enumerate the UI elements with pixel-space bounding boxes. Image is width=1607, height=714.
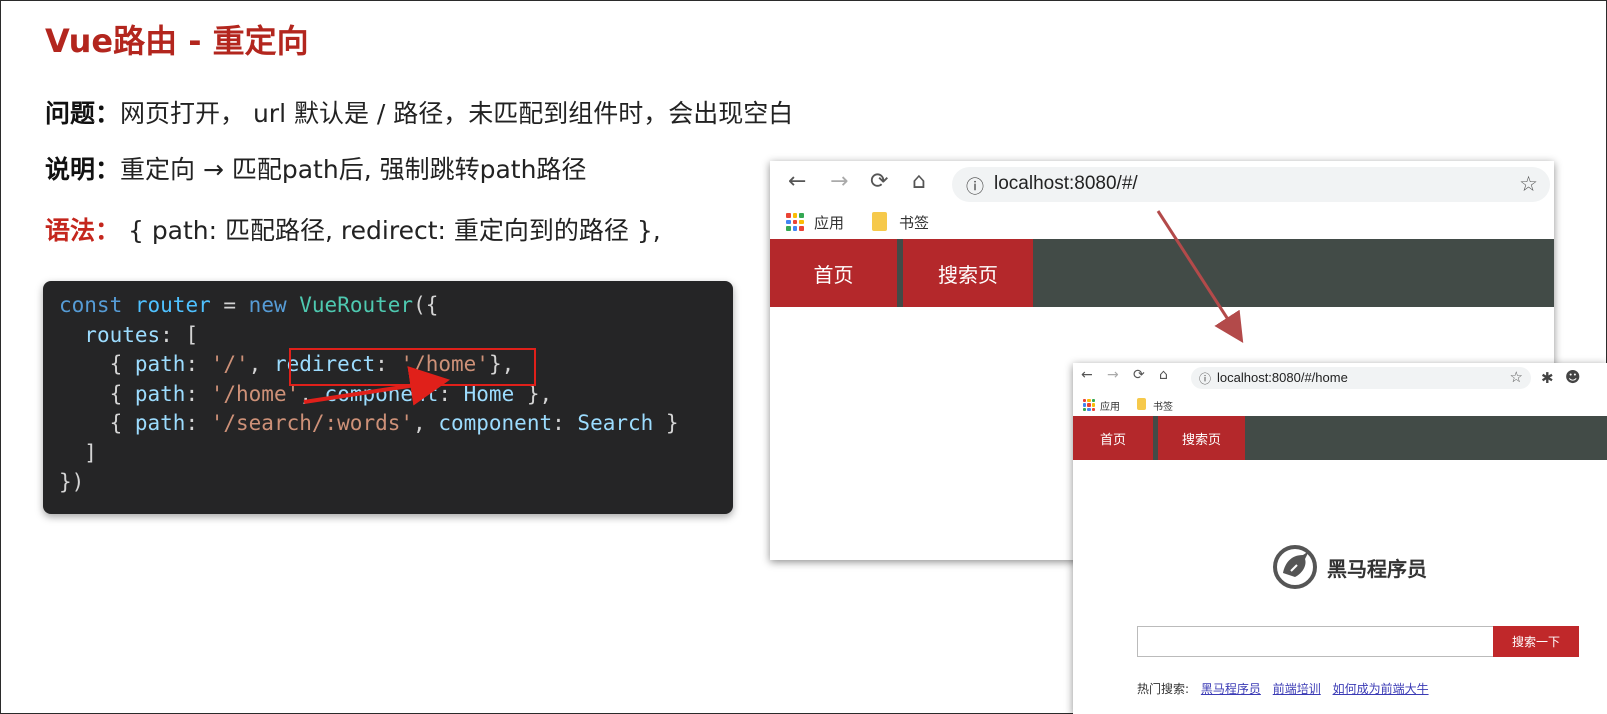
star-icon[interactable]: ☆ — [1519, 172, 1538, 196]
hot-link[interactable]: 黑马程序员 — [1201, 682, 1261, 696]
code-line-2: routes: [ — [59, 321, 717, 351]
code-line-7: }) — [59, 470, 85, 494]
info-icon[interactable]: ⓘ — [1199, 370, 1211, 387]
url-text[interactable]: localhost:8080/#/home — [1217, 370, 1348, 385]
account-icon[interactable]: ☻ — [1565, 368, 1581, 386]
folder-icon — [872, 212, 887, 231]
problem-line: 问题：网页打开， url 默认是 / 路径，未匹配到组件时，会出现空白 — [45, 94, 793, 130]
horse-logo-icon — [1273, 545, 1317, 589]
code-token: = — [210, 293, 249, 317]
address-bar[interactable]: ⓘ localhost:8080/#/home ☆ — [1191, 367, 1531, 389]
site-logo: 黑马程序员 — [1269, 543, 1427, 591]
bookmarks-bar: 应用 书签 — [770, 206, 1554, 239]
info-icon[interactable]: ⓘ — [966, 173, 984, 199]
redirect-highlight-box — [289, 348, 536, 386]
code-token: VueRouter — [299, 293, 414, 317]
browser-window-home: ← → ⟳ ⌂ ⓘ localhost:8080/#/home ☆ ✱ ☻ 应用… — [1073, 363, 1607, 714]
code-token: : — [185, 411, 211, 435]
syntax-label: 语法： — [45, 216, 121, 245]
bookmark-folder[interactable]: 书签 — [1153, 398, 1173, 413]
search-input[interactable] — [1137, 626, 1493, 657]
code-line-5: { path: '/search/:words', component: Sea… — [59, 409, 717, 439]
logo-text: 黑马程序员 — [1327, 556, 1427, 581]
code-token: ({ — [413, 293, 439, 317]
code-line-1: const router = new VueRouter({ — [59, 291, 717, 321]
nav-tab-home[interactable]: 首页 — [770, 239, 897, 307]
code-block: const router = new VueRouter({ routes: [… — [43, 281, 733, 514]
back-icon[interactable]: ← — [1081, 367, 1093, 383]
code-token: path — [134, 381, 186, 406]
code-token: , — [248, 352, 274, 376]
code-token: } — [653, 411, 679, 435]
nav-tab-home[interactable]: 首页 — [1073, 416, 1153, 460]
code-token: { — [59, 381, 135, 406]
code-token: const — [59, 293, 123, 317]
hot-link[interactable]: 前端培训 — [1273, 682, 1321, 696]
code-token: , — [413, 411, 439, 435]
code-token: { — [59, 352, 135, 376]
bookmark-folder[interactable]: 书签 — [899, 212, 929, 233]
code-token: '/home' — [210, 381, 300, 406]
code-token: : — [552, 411, 578, 435]
forward-icon[interactable]: → — [830, 169, 848, 194]
code-token: Search — [577, 411, 654, 435]
browser-toolbar: ← → ⟳ ⌂ ⓘ localhost:8080/#/home ☆ ✱ ☻ — [1073, 363, 1607, 393]
nav-tab-search[interactable]: 搜索页 — [903, 239, 1033, 307]
syntax-line: 语法： { path: 匹配路径, redirect: 重定向到的路径 }, — [45, 211, 661, 247]
back-icon[interactable]: ← — [788, 169, 806, 194]
explain-line: 说明：重定向 → 匹配path后, 强制跳转path路径 — [45, 150, 586, 186]
home-icon[interactable]: ⌂ — [912, 169, 926, 194]
folder-icon — [1137, 398, 1146, 410]
explain-text: 重定向 → 匹配path后, 强制跳转path路径 — [120, 155, 587, 184]
site-navbar: 首页 搜索页 — [770, 239, 1554, 307]
code-token: : — [185, 352, 211, 376]
code-token: path — [134, 352, 186, 376]
problem-label: 问题： — [45, 99, 121, 128]
address-bar[interactable]: ⓘ localhost:8080/#/ ☆ — [952, 167, 1550, 202]
hot-searches-label: 热门搜索: — [1137, 682, 1190, 696]
apps-grid-icon[interactable] — [786, 213, 804, 231]
site-navbar: 首页 搜索页 — [1073, 416, 1607, 460]
apps-grid-icon[interactable] — [1083, 399, 1095, 411]
bookmark-apps[interactable]: 应用 — [1100, 398, 1120, 413]
hot-link[interactable]: 如何成为前端大牛 — [1333, 682, 1429, 696]
code-token: path — [134, 411, 186, 435]
code-token: new — [248, 293, 287, 317]
reload-icon[interactable]: ⟳ — [870, 169, 888, 194]
syntax-text: { path: 匹配路径, redirect: 重定向到的路径 }, — [120, 216, 661, 245]
search-form: 搜索一下 — [1137, 626, 1579, 657]
code-token: { — [59, 411, 135, 435]
code-token: router — [134, 293, 211, 317]
extensions-icon[interactable]: ✱ — [1541, 369, 1554, 387]
code-line-6: ] — [59, 440, 97, 465]
bookmarks-bar: 应用 书签 — [1073, 393, 1607, 416]
explain-label: 说明： — [45, 155, 121, 184]
slide-title: Vue路由 - 重定向 — [45, 22, 309, 60]
code-token: '/' — [210, 352, 249, 376]
code-token: '/search/:words' — [210, 411, 414, 435]
nav-tab-search[interactable]: 搜索页 — [1158, 416, 1245, 460]
problem-text: 网页打开， url 默认是 / 路径，未匹配到组件时，会出现空白 — [120, 99, 794, 128]
code-token: component — [438, 411, 553, 435]
hot-searches: 热门搜索: 黑马程序员 前端培训 如何成为前端大牛 — [1137, 680, 1429, 697]
code-token: : [ — [160, 322, 199, 347]
code-token: routes — [84, 322, 161, 347]
bookmark-apps[interactable]: 应用 — [814, 212, 844, 233]
url-text[interactable]: localhost:8080/#/ — [994, 173, 1138, 195]
reload-icon[interactable]: ⟳ — [1133, 367, 1145, 383]
browser-toolbar: ← → ⟳ ⌂ ⓘ localhost:8080/#/ ☆ — [770, 161, 1554, 206]
code-token: : — [185, 381, 211, 406]
forward-icon[interactable]: → — [1107, 367, 1119, 383]
home-icon[interactable]: ⌂ — [1159, 367, 1168, 383]
search-button[interactable]: 搜索一下 — [1493, 626, 1579, 657]
star-icon[interactable]: ☆ — [1510, 368, 1523, 386]
